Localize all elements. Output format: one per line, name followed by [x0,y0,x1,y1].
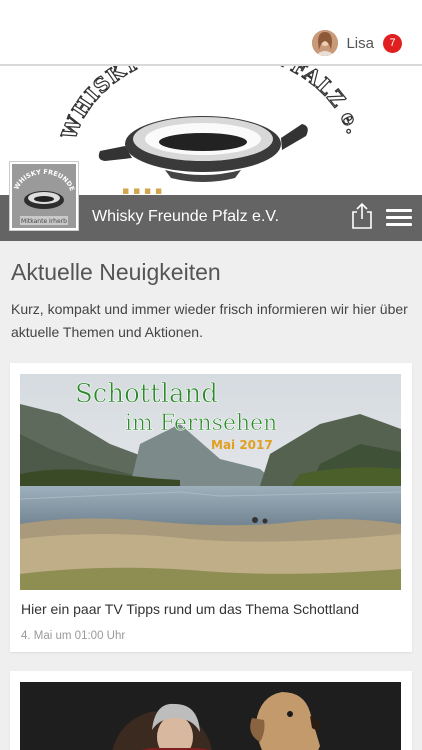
club-logo-subtext: Mitkante Irherb [21,218,67,225]
top-bar: Lisa 7 [0,0,422,66]
intro-text: Kurz, kompakt und immer wieder frisch in… [11,301,408,340]
news-card[interactable]: Schottland im Fernsehen Mai 2017 Hier ei… [10,363,412,652]
news-image[interactable]: Schottland im Fernsehen Mai 2017 [20,374,401,590]
news-image-subtitle: Mai 2017 [211,438,273,452]
news-text[interactable]: Hier ein paar TV Tipps rund um das Thema… [21,601,359,617]
club-logo[interactable]: WHISKY FREUNDE PFALZ Mitkante Irherb [10,162,78,230]
share-icon[interactable] [350,202,374,230]
notification-badge[interactable]: 7 [383,33,402,53]
news-image-title-1: Schottland [75,379,218,409]
news-image-2[interactable] [20,682,401,750]
menu-icon[interactable] [386,206,412,228]
news-image-title-2: im Fernsehen [125,411,277,436]
news-date: 4. Mai um 01:00 Uhr [21,630,126,642]
news-card-2[interactable] [10,671,412,750]
username[interactable]: Lisa [346,35,374,52]
user-menu[interactable]: Lisa 7 [312,30,402,56]
avatar[interactable] [312,30,339,56]
section-title: Aktuelle Neuigkeiten [11,259,221,285]
site-title: Whisky Freunde Pfalz e.V. [92,208,280,225]
